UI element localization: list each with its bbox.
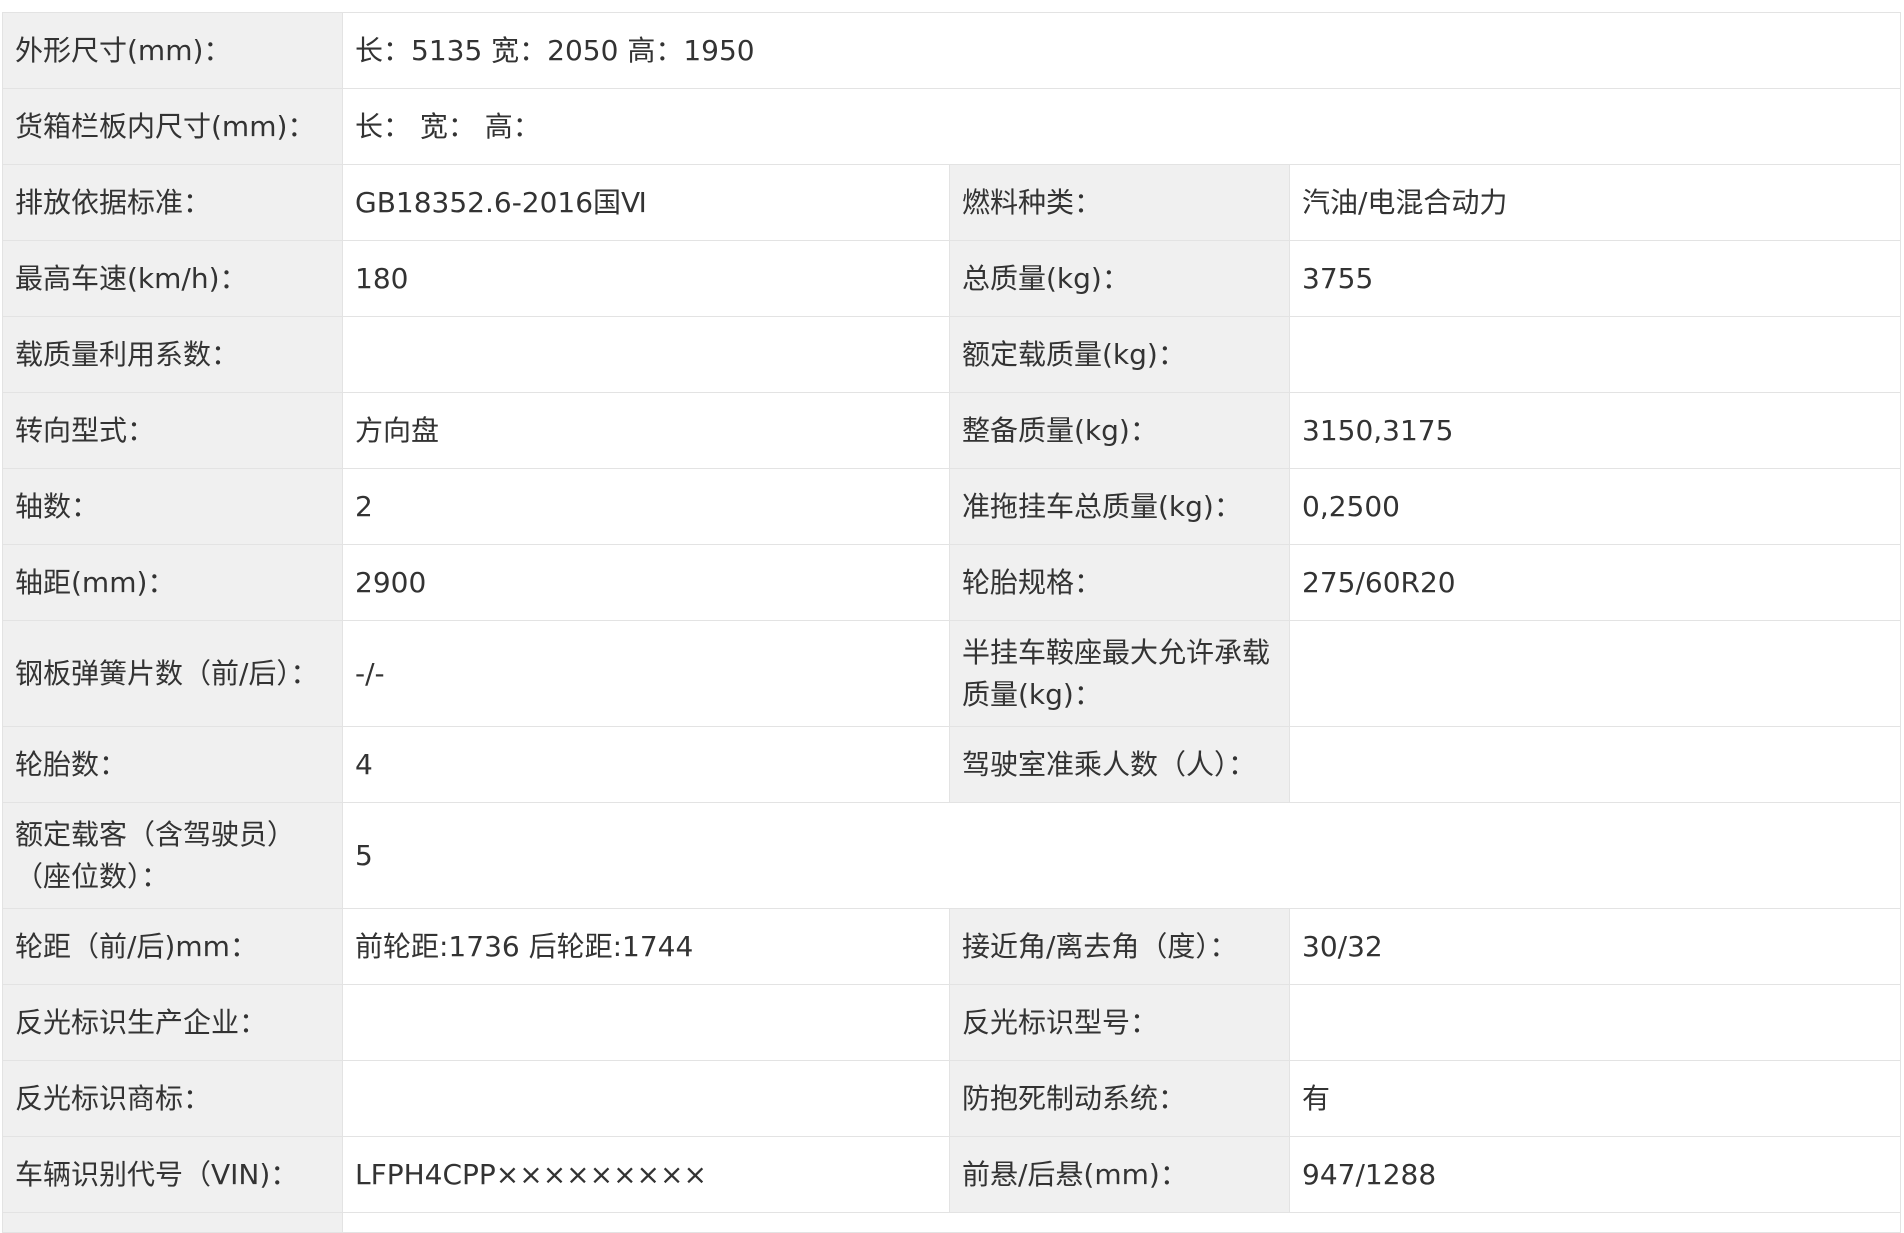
emission-standard-label: 排放依据标准： — [2, 164, 343, 241]
reflective-manufacturer-label: 反光标识生产企业： — [2, 984, 343, 1061]
wheelbase-label: 轴距(mm)： — [2, 544, 343, 621]
max-speed-value: 180 — [342, 240, 950, 317]
reflective-model-value — [1288, 984, 1902, 1061]
axle-count-label: 轴数： — [2, 468, 343, 545]
curb-mass-label: 整备质量(kg)： — [949, 392, 1290, 469]
table-row: 钢板弹簧片数（前/后）： -/- 半挂车鞍座最大允许承载质量(kg)： — [2, 620, 1902, 727]
table-row: 转向型式： 方向盘 整备质量(kg)： 3150,3175 — [2, 392, 1902, 469]
table-row: 反光标识商标： 防抱死制动系统： 有 — [2, 1060, 1902, 1137]
table-row: 额定载客（含驾驶员）（座位数）： 5 — [2, 802, 1902, 909]
trailer-mass-label: 准拖挂车总质量(kg)： — [949, 468, 1290, 545]
load-utilization-label: 载质量利用系数： — [2, 316, 343, 393]
tire-count-value: 4 — [342, 726, 950, 803]
table-row: 载质量利用系数： 额定载质量(kg)： — [2, 316, 1902, 393]
reflective-model-label: 反光标识型号： — [949, 984, 1290, 1061]
table-row: 反光标识生产企业： 反光标识型号： — [2, 984, 1902, 1061]
gross-mass-label: 总质量(kg)： — [949, 240, 1290, 317]
table-row: 轮距（前/后)mm： 前轮距:1736 后轮距:1744 接近角/离去角（度）：… — [2, 908, 1902, 985]
overall-dimensions-value: 长：5135 宽：2050 高：1950 — [341, 12, 1902, 89]
max-speed-label: 最高车速(km/h)： — [2, 240, 343, 317]
reflective-brand-label: 反光标识商标： — [2, 1060, 343, 1137]
overhang-value: 947/1288 — [1288, 1136, 1902, 1213]
abs-label: 防抱死制动系统： — [949, 1060, 1290, 1137]
table-row: 排放依据标准： GB18352.6-2016国Ⅵ 燃料种类： 汽油/电混合动力 — [2, 164, 1902, 241]
rated-passengers-label: 额定载客（含驾驶员）（座位数）： — [2, 802, 343, 909]
curb-mass-value: 3150,3175 — [1288, 392, 1902, 469]
wheelbase-value: 2900 — [342, 544, 950, 621]
table-row: 外形尺寸(mm)： 长：5135 宽：2050 高：1950 — [2, 12, 1902, 89]
table-row: 轮胎数： 4 驾驶室准乘人数（人）： — [2, 726, 1902, 803]
track-width-label: 轮距（前/后)mm： — [2, 908, 343, 985]
steering-type-label: 转向型式： — [2, 392, 343, 469]
tire-spec-label: 轮胎规格： — [949, 544, 1290, 621]
leaf-spring-count-value: -/- — [342, 620, 950, 727]
saddle-load-value — [1288, 620, 1902, 727]
next-row-value-stub — [341, 1212, 1902, 1233]
rated-load-label: 额定载质量(kg)： — [949, 316, 1290, 393]
cargo-box-dimensions-value: 长： 宽： 高： — [341, 88, 1902, 165]
table-row: 轴距(mm)： 2900 轮胎规格： 275/60R20 — [2, 544, 1902, 621]
approach-departure-angle-value: 30/32 — [1288, 908, 1902, 985]
table-row: 轴数： 2 准拖挂车总质量(kg)： 0,2500 — [2, 468, 1902, 545]
table-row: 最高车速(km/h)： 180 总质量(kg)： 3755 — [2, 240, 1902, 317]
vehicle-spec-table: 外形尺寸(mm)： 长：5135 宽：2050 高：1950 货箱栏板内尺寸(m… — [2, 12, 1902, 1233]
rated-load-value — [1288, 316, 1902, 393]
saddle-load-label: 半挂车鞍座最大允许承载质量(kg)： — [949, 620, 1290, 727]
leaf-spring-count-label: 钢板弹簧片数（前/后）： — [2, 620, 343, 727]
overhang-label: 前悬/后悬(mm)： — [949, 1136, 1290, 1213]
trailer-mass-value: 0,2500 — [1288, 468, 1902, 545]
emission-standard-value: GB18352.6-2016国Ⅵ — [342, 164, 950, 241]
cargo-box-dimensions-label: 货箱栏板内尺寸(mm)： — [2, 88, 343, 165]
tire-spec-value: 275/60R20 — [1288, 544, 1902, 621]
abs-value: 有 — [1288, 1060, 1902, 1137]
tire-count-label: 轮胎数： — [2, 726, 343, 803]
cab-occupants-value — [1288, 726, 1902, 803]
table-row: 货箱栏板内尺寸(mm)： 长： 宽： 高： — [2, 88, 1902, 165]
reflective-brand-value — [342, 1060, 950, 1137]
cab-occupants-label: 驾驶室准乘人数（人）： — [949, 726, 1290, 803]
overall-dimensions-label: 外形尺寸(mm)： — [2, 12, 343, 89]
rated-passengers-value: 5 — [341, 802, 1902, 909]
vin-value: LFPH4CPP××××××××× — [342, 1136, 950, 1213]
steering-type-value: 方向盘 — [342, 392, 950, 469]
table-row: 车辆识别代号（VIN)： LFPH4CPP××××××××× 前悬/后悬(mm)… — [2, 1136, 1902, 1213]
fuel-type-value: 汽油/电混合动力 — [1288, 164, 1902, 241]
next-row-label-stub — [2, 1212, 343, 1233]
reflective-manufacturer-value — [342, 984, 950, 1061]
axle-count-value: 2 — [342, 468, 950, 545]
gross-mass-value: 3755 — [1288, 240, 1902, 317]
track-width-value: 前轮距:1736 后轮距:1744 — [342, 908, 950, 985]
load-utilization-value — [342, 316, 950, 393]
approach-departure-angle-label: 接近角/离去角（度）： — [949, 908, 1290, 985]
fuel-type-label: 燃料种类： — [949, 164, 1290, 241]
table-row — [2, 1212, 1902, 1233]
vin-label: 车辆识别代号（VIN)： — [2, 1136, 343, 1213]
